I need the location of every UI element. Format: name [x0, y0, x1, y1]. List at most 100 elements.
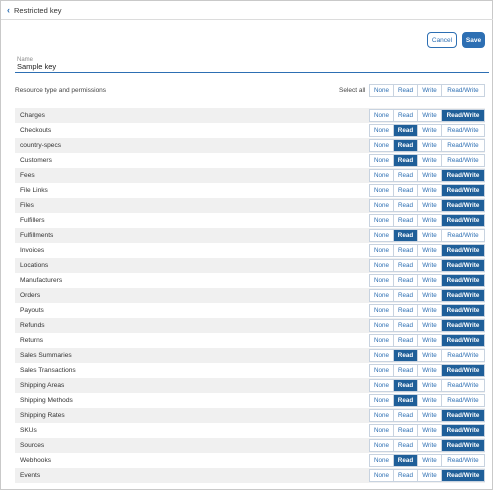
permission-write-button[interactable]: Write	[418, 350, 442, 361]
permission-readwrite-button[interactable]: Read/Write	[442, 245, 484, 256]
permission-none-button[interactable]: None	[370, 470, 394, 481]
permission-readwrite-button[interactable]: Read/Write	[442, 425, 484, 436]
permission-none-button[interactable]: None	[370, 185, 394, 196]
permission-none-button[interactable]: None	[370, 140, 394, 151]
permission-readwrite-button[interactable]: Read/Write	[442, 455, 484, 466]
permission-read-button[interactable]: Read	[394, 170, 418, 181]
permission-read-button[interactable]: Read	[394, 380, 418, 391]
permission-read-button[interactable]: Read	[394, 305, 418, 316]
permission-readwrite-button[interactable]: Read/Write	[442, 290, 484, 301]
permission-none-button[interactable]: None	[370, 275, 394, 286]
permission-read-button[interactable]: Read	[394, 215, 418, 226]
permission-read-button[interactable]: Read	[394, 440, 418, 451]
permission-read-button[interactable]: Read	[394, 335, 418, 346]
permission-write-button[interactable]: Write	[418, 200, 442, 211]
chevron-left-icon[interactable]: ‹	[7, 5, 10, 15]
permission-read-button[interactable]: Read	[394, 425, 418, 436]
permission-read-button[interactable]: Read	[394, 110, 418, 121]
permission-none-button[interactable]: None	[370, 410, 394, 421]
permission-readwrite-button[interactable]: Read/Write	[442, 110, 484, 121]
permission-none-button[interactable]: None	[370, 440, 394, 451]
permission-none-button[interactable]: None	[370, 455, 394, 466]
permission-write-button[interactable]: Write	[418, 140, 442, 151]
permission-write-button[interactable]: Write	[418, 215, 442, 226]
permission-read-button[interactable]: Read	[394, 290, 418, 301]
permission-readwrite-button[interactable]: Read/Write	[442, 440, 484, 451]
permission-readwrite-button[interactable]: Read/Write	[442, 305, 484, 316]
permission-readwrite-button[interactable]: Read/Write	[442, 380, 484, 391]
permission-none-button[interactable]: None	[370, 155, 394, 166]
permission-read-button[interactable]: Read	[394, 350, 418, 361]
permission-none-button[interactable]: None	[370, 245, 394, 256]
permission-readwrite-button[interactable]: Read/Write	[442, 275, 484, 286]
permission-write-button[interactable]: Write	[418, 110, 442, 121]
select-all-read-button[interactable]: Read	[394, 85, 418, 96]
permission-readwrite-button[interactable]: Read/Write	[442, 470, 484, 481]
permission-write-button[interactable]: Write	[418, 335, 442, 346]
permission-write-button[interactable]: Write	[418, 155, 442, 166]
permission-write-button[interactable]: Write	[418, 260, 442, 271]
permission-write-button[interactable]: Write	[418, 470, 442, 481]
permission-none-button[interactable]: None	[370, 170, 394, 181]
permission-none-button[interactable]: None	[370, 380, 394, 391]
permission-none-button[interactable]: None	[370, 335, 394, 346]
permission-write-button[interactable]: Write	[418, 305, 442, 316]
select-all-none-button[interactable]: None	[370, 85, 394, 96]
permission-none-button[interactable]: None	[370, 215, 394, 226]
permission-read-button[interactable]: Read	[394, 320, 418, 331]
permission-write-button[interactable]: Write	[418, 170, 442, 181]
permission-none-button[interactable]: None	[370, 260, 394, 271]
permission-readwrite-button[interactable]: Read/Write	[442, 410, 484, 421]
permission-readwrite-button[interactable]: Read/Write	[442, 125, 484, 136]
permission-read-button[interactable]: Read	[394, 365, 418, 376]
permission-readwrite-button[interactable]: Read/Write	[442, 320, 484, 331]
permission-read-button[interactable]: Read	[394, 125, 418, 136]
select-all-readwrite-button[interactable]: Read/Write	[442, 85, 484, 96]
permission-readwrite-button[interactable]: Read/Write	[442, 140, 484, 151]
permission-write-button[interactable]: Write	[418, 380, 442, 391]
permission-read-button[interactable]: Read	[394, 155, 418, 166]
permission-none-button[interactable]: None	[370, 395, 394, 406]
permission-none-button[interactable]: None	[370, 305, 394, 316]
permission-write-button[interactable]: Write	[418, 395, 442, 406]
permission-write-button[interactable]: Write	[418, 425, 442, 436]
permission-none-button[interactable]: None	[370, 110, 394, 121]
permission-read-button[interactable]: Read	[394, 140, 418, 151]
permission-read-button[interactable]: Read	[394, 410, 418, 421]
permission-write-button[interactable]: Write	[418, 125, 442, 136]
permission-readwrite-button[interactable]: Read/Write	[442, 350, 484, 361]
permission-none-button[interactable]: None	[370, 425, 394, 436]
permission-readwrite-button[interactable]: Read/Write	[442, 230, 484, 241]
permission-write-button[interactable]: Write	[418, 290, 442, 301]
permission-read-button[interactable]: Read	[394, 185, 418, 196]
permission-readwrite-button[interactable]: Read/Write	[442, 365, 484, 376]
permission-write-button[interactable]: Write	[418, 410, 442, 421]
permission-write-button[interactable]: Write	[418, 440, 442, 451]
permission-readwrite-button[interactable]: Read/Write	[442, 395, 484, 406]
permission-read-button[interactable]: Read	[394, 245, 418, 256]
permission-write-button[interactable]: Write	[418, 245, 442, 256]
permission-read-button[interactable]: Read	[394, 230, 418, 241]
permission-none-button[interactable]: None	[370, 350, 394, 361]
permission-read-button[interactable]: Read	[394, 200, 418, 211]
select-all-write-button[interactable]: Write	[418, 85, 442, 96]
permission-write-button[interactable]: Write	[418, 185, 442, 196]
permission-read-button[interactable]: Read	[394, 395, 418, 406]
permission-read-button[interactable]: Read	[394, 275, 418, 286]
permission-none-button[interactable]: None	[370, 320, 394, 331]
permission-readwrite-button[interactable]: Read/Write	[442, 170, 484, 181]
name-field-input[interactable]: Sample key	[17, 62, 56, 71]
permission-write-button[interactable]: Write	[418, 275, 442, 286]
permission-read-button[interactable]: Read	[394, 260, 418, 271]
save-button[interactable]: Save	[462, 32, 485, 48]
permission-none-button[interactable]: None	[370, 290, 394, 301]
permission-write-button[interactable]: Write	[418, 320, 442, 331]
permission-readwrite-button[interactable]: Read/Write	[442, 335, 484, 346]
permission-readwrite-button[interactable]: Read/Write	[442, 155, 484, 166]
permission-write-button[interactable]: Write	[418, 455, 442, 466]
permission-readwrite-button[interactable]: Read/Write	[442, 260, 484, 271]
permission-none-button[interactable]: None	[370, 125, 394, 136]
cancel-button[interactable]: Cancel	[427, 32, 457, 48]
permission-read-button[interactable]: Read	[394, 455, 418, 466]
permission-write-button[interactable]: Write	[418, 230, 442, 241]
